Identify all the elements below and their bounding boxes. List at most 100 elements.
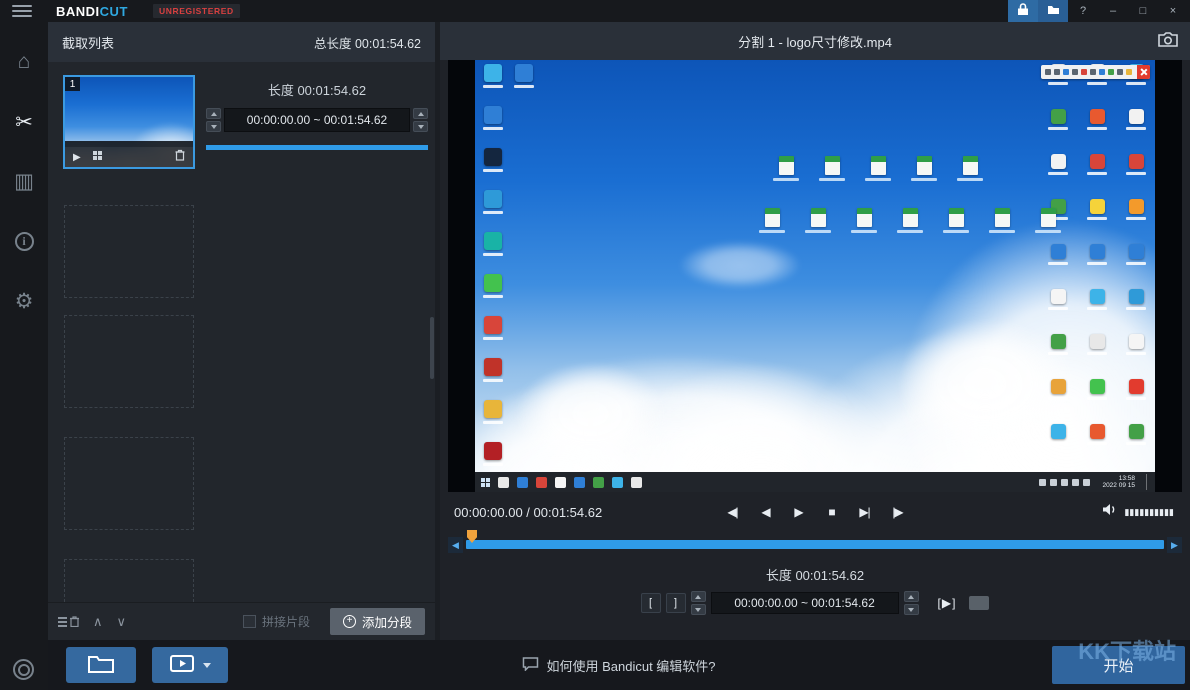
range-start-stepper[interactable] <box>691 591 706 615</box>
menu-hamburger-icon[interactable] <box>12 5 32 17</box>
open-file-button[interactable] <box>66 647 136 683</box>
desktop-doc-icon <box>805 208 831 233</box>
set-end-bracket-button[interactable]: ] <box>666 593 686 613</box>
clip-thumbnail[interactable]: 1 ▶ <box>63 75 195 169</box>
volume-bars[interactable]: ▮▮▮▮▮▮▮▮▮▮ <box>1124 507 1174 518</box>
desktop-doc-row-2 <box>759 208 1061 233</box>
desktop-doc-icon <box>897 208 923 233</box>
set-start-bracket-button[interactable]: [ <box>641 593 661 613</box>
video-preview[interactable]: 13:58 2022 09 15 <box>448 60 1182 492</box>
start-button[interactable]: 开始 <box>1052 646 1185 684</box>
range-end-stepper[interactable] <box>904 591 919 615</box>
playback-controls: 00:00:00.00 / 00:01:54.62 ◀| ◀ ▶ ■ ▶| |▶… <box>454 498 1176 526</box>
segment-range-field[interactable]: 00:00:00.00 ~ 00:01:54.62 <box>711 592 899 614</box>
open-file-titlebar-button[interactable] <box>1038 0 1068 22</box>
sidebar-item-home[interactable]: ⌂ <box>0 42 48 82</box>
info-icon: i <box>15 232 34 251</box>
clip-list-panel: 截取列表 总长度 00:01:54.62 1 ▶ <box>48 22 435 640</box>
stepper-up-button[interactable] <box>691 591 706 602</box>
logo-bandi: BANDI <box>56 4 100 19</box>
desktop-icon <box>1084 109 1110 130</box>
taskbar-app-icon <box>631 477 642 488</box>
prev-keyframe-button[interactable]: ◀| <box>721 500 745 524</box>
empty-clip-slot <box>64 205 194 298</box>
clip-list-header: 截取列表 总长度 00:01:54.62 <box>48 22 435 62</box>
add-segment-button[interactable]: + 添加分段 <box>330 608 425 635</box>
lock-icon <box>1017 3 1029 19</box>
merge-segments-option[interactable]: 拼接片段 <box>243 613 310 630</box>
chat-bubble-icon <box>522 657 538 674</box>
seek-bar[interactable]: ◀ ▶ <box>448 533 1182 557</box>
desktop-icon <box>480 358 506 382</box>
merge-checkbox[interactable] <box>243 615 256 628</box>
prev-frame-button[interactable]: ◀ <box>754 500 778 524</box>
play-segment-button[interactable]: [▶] <box>938 596 957 610</box>
unregistered-badge: UNREGISTERED <box>153 4 240 18</box>
taskbar-app-icon <box>536 477 547 488</box>
stepper-up-button[interactable] <box>904 591 919 602</box>
seek-track[interactable] <box>466 540 1164 549</box>
delete-all-clips-button[interactable] <box>58 616 79 627</box>
move-clip-up-button[interactable]: ∧ <box>93 615 103 628</box>
clip-delete-icon[interactable] <box>175 148 185 166</box>
desktop-icon <box>1084 154 1110 175</box>
desktop-icon <box>1123 424 1149 445</box>
record-icon[interactable] <box>13 659 34 680</box>
seek-right-arrow[interactable]: ▶ <box>1167 537 1182 553</box>
play-button[interactable]: ▶ <box>787 500 811 524</box>
desktop-icon <box>1045 334 1071 355</box>
stop-button[interactable]: ■ <box>820 500 844 524</box>
clip-range-field[interactable]: 00:00:00.00 ~ 00:01:54.62 <box>224 108 410 132</box>
stepper-down-button[interactable] <box>206 121 221 132</box>
sidebar-item-cut[interactable]: ✂ <box>0 102 48 142</box>
sidebar-item-info[interactable]: i <box>0 221 48 261</box>
clip-item[interactable]: 1 ▶ 长度 00:01:54.62 <box>48 62 435 204</box>
taskbar-app-icon <box>555 477 566 488</box>
format-icon <box>170 655 194 675</box>
speaker-icon[interactable] <box>1102 503 1118 521</box>
desktop-icon <box>511 64 537 88</box>
minimize-button[interactable]: – <box>1098 0 1128 22</box>
sidebar-item-settings[interactable]: ⚙ <box>0 281 48 321</box>
move-clip-down-button[interactable]: ∨ <box>117 615 127 628</box>
desktop-icon <box>480 148 506 172</box>
desktop-icon <box>480 400 506 424</box>
stepper-down-button[interactable] <box>691 604 706 615</box>
clip-list-title: 截取列表 <box>62 33 114 52</box>
next-keyframe-button[interactable]: |▶ <box>886 500 910 524</box>
maximize-button[interactable]: □ <box>1128 0 1158 22</box>
desktop-icon <box>1045 109 1071 130</box>
taskbar-app-icon <box>517 477 528 488</box>
taskbar-icons <box>498 477 642 488</box>
sidebar-item-media[interactable]: ▥ <box>0 161 48 201</box>
register-lock-button[interactable] <box>1008 0 1038 22</box>
camera-snapshot-icon[interactable] <box>1158 32 1178 50</box>
desktop-icon <box>480 190 506 214</box>
output-format-button[interactable] <box>152 647 228 683</box>
desktop-left-icon-column <box>480 64 506 466</box>
help-button[interactable]: ? <box>1068 0 1098 22</box>
desktop-doc-icon <box>989 208 1015 233</box>
desktop-icon <box>1045 289 1071 310</box>
clip-frames-icon[interactable] <box>92 148 103 166</box>
desktop-doc-icon <box>759 208 785 233</box>
desktop-icon <box>480 316 506 340</box>
clip-play-icon[interactable]: ▶ <box>73 152 81 163</box>
stepper-down-button[interactable] <box>904 604 919 615</box>
help-link[interactable]: 如何使用 Bandicut 编辑软件? <box>522 640 715 690</box>
stepper-up-button[interactable] <box>413 108 428 119</box>
clip-start-stepper[interactable] <box>206 108 221 132</box>
annotation-toolbar-dots <box>1045 69 1132 75</box>
taskbar-app-icon <box>593 477 604 488</box>
video-frame-desktop: 13:58 2022 09 15 <box>475 60 1155 492</box>
stepper-up-button[interactable] <box>206 108 221 119</box>
taskbar-app-icon <box>574 477 585 488</box>
clip-end-stepper[interactable] <box>413 108 428 132</box>
next-frame-button[interactable]: ▶| <box>853 500 877 524</box>
chevron-down-icon <box>203 663 211 668</box>
seek-left-arrow[interactable]: ◀ <box>448 537 463 553</box>
help-text: 如何使用 Bandicut 编辑软件? <box>546 656 715 675</box>
clip-list-scrollbar[interactable] <box>430 317 434 379</box>
close-button[interactable]: × <box>1158 0 1188 22</box>
stepper-down-button[interactable] <box>413 121 428 132</box>
